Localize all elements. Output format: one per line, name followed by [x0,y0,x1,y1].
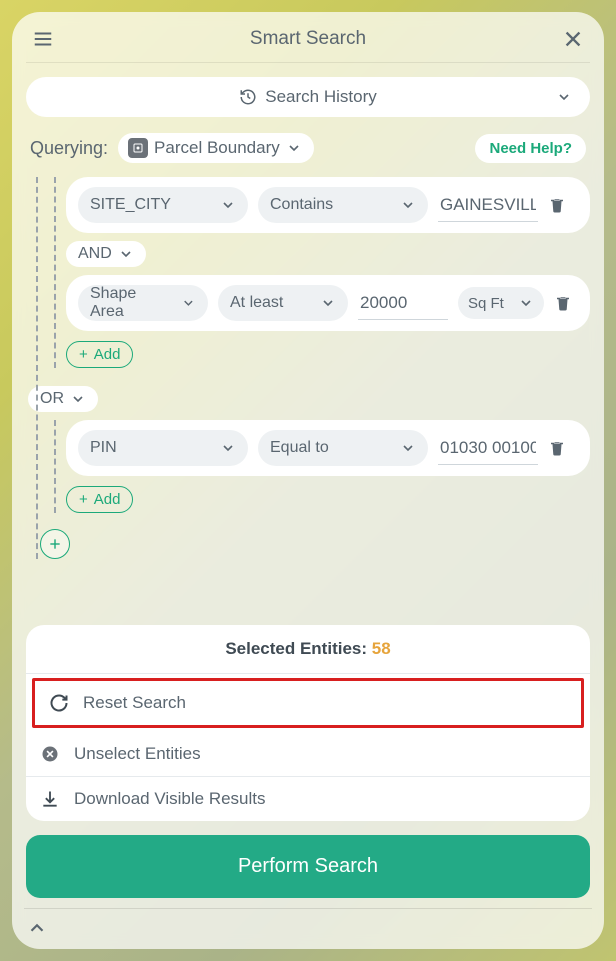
results-actions-panel: Selected Entities: 58 Reset Search Unsel… [26,625,590,821]
chevron-down-icon [220,197,236,213]
condition-row: PIN Equal to [66,420,590,476]
tree-line [54,420,56,513]
search-history-dropdown[interactable]: Search History [26,77,590,117]
chevron-up-icon [26,917,48,939]
collapse-panel-button[interactable] [26,909,590,939]
chevron-down-icon [286,140,302,156]
operator-value: At least [230,294,283,312]
delete-icon[interactable] [548,196,566,214]
selected-entities-header: Selected Entities: 58 [26,625,590,674]
tree-line [54,177,56,368]
field-value: Shape Area [90,285,167,321]
add-label: Add [94,346,121,363]
field-value: SITE_CITY [90,196,171,214]
condition-group: PIN Equal to + Add [44,420,590,513]
page-title: Smart Search [54,28,562,50]
unselect-label: Unselect Entities [74,744,201,764]
logic-operator-select[interactable]: AND [66,241,146,267]
querying-label: Querying: [30,138,108,159]
layer-icon [128,138,148,158]
perform-search-button[interactable]: Perform Search [26,835,590,898]
need-help-button[interactable]: Need Help? [475,134,586,163]
chevron-down-icon [556,89,572,105]
reset-search-highlight: Reset Search [32,678,584,728]
add-condition-button[interactable]: + Add [66,341,133,368]
querying-row: Querying: Parcel Boundary Need Help? [26,131,590,177]
value-input[interactable] [438,189,538,222]
chevron-down-icon [320,295,336,311]
download-icon [40,789,60,809]
tree-line [36,177,38,559]
condition-row: SITE_CITY Contains [66,177,590,233]
selected-count: 58 [372,639,391,658]
layer-name: Parcel Boundary [154,138,280,158]
logic-operator-label: AND [78,245,112,263]
header: Smart Search [26,24,590,63]
chevron-down-icon [400,440,416,456]
selected-label: Selected Entities: [225,639,367,658]
smart-search-panel: Smart Search Search History Querying: Pa… [12,12,604,949]
operator-select[interactable]: At least [218,285,348,321]
field-select[interactable]: PIN [78,430,248,466]
operator-select[interactable]: Equal to [258,430,428,466]
value-input[interactable] [438,432,538,465]
chevron-down-icon [181,295,196,311]
operator-value: Contains [270,196,333,214]
value-input[interactable] [358,287,448,320]
close-icon[interactable] [562,28,584,50]
operator-select[interactable]: Contains [258,187,428,223]
refresh-icon [49,693,69,713]
chevron-down-icon [70,391,86,407]
add-label: Add [94,491,121,508]
condition-group: SITE_CITY Contains AND Shape Area [44,177,590,368]
history-icon [239,88,257,106]
download-results-button[interactable]: Download Visible Results [26,777,590,821]
plus-icon: + [79,346,88,363]
layer-selector[interactable]: Parcel Boundary [118,133,314,163]
chevron-down-icon [400,197,416,213]
plus-icon [48,537,62,551]
menu-icon[interactable] [32,28,54,50]
reset-label: Reset Search [83,693,186,713]
chevron-down-icon [118,246,134,262]
unit-value: Sq Ft [468,295,504,312]
unit-select[interactable]: Sq Ft [458,287,544,319]
chevron-down-icon [518,295,534,311]
query-builder: SITE_CITY Contains AND Shape Area [26,177,590,559]
logic-operator-label: OR [40,390,64,408]
reset-search-button[interactable]: Reset Search [35,681,581,725]
perform-label: Perform Search [238,855,378,877]
field-value: PIN [90,439,117,457]
close-circle-icon [40,744,60,764]
delete-icon[interactable] [548,439,566,457]
download-label: Download Visible Results [74,789,266,809]
field-select[interactable]: Shape Area [78,285,208,321]
unselect-entities-button[interactable]: Unselect Entities [26,732,590,777]
add-condition-button[interactable]: + Add [66,486,133,513]
condition-row: Shape Area At least Sq Ft [66,275,590,331]
add-group-button[interactable] [40,529,70,559]
plus-icon: + [79,491,88,508]
operator-value: Equal to [270,439,329,457]
logic-operator-select[interactable]: OR [28,386,98,412]
chevron-down-icon [220,440,236,456]
history-label: Search History [265,87,376,107]
delete-icon[interactable] [554,294,572,312]
field-select[interactable]: SITE_CITY [78,187,248,223]
